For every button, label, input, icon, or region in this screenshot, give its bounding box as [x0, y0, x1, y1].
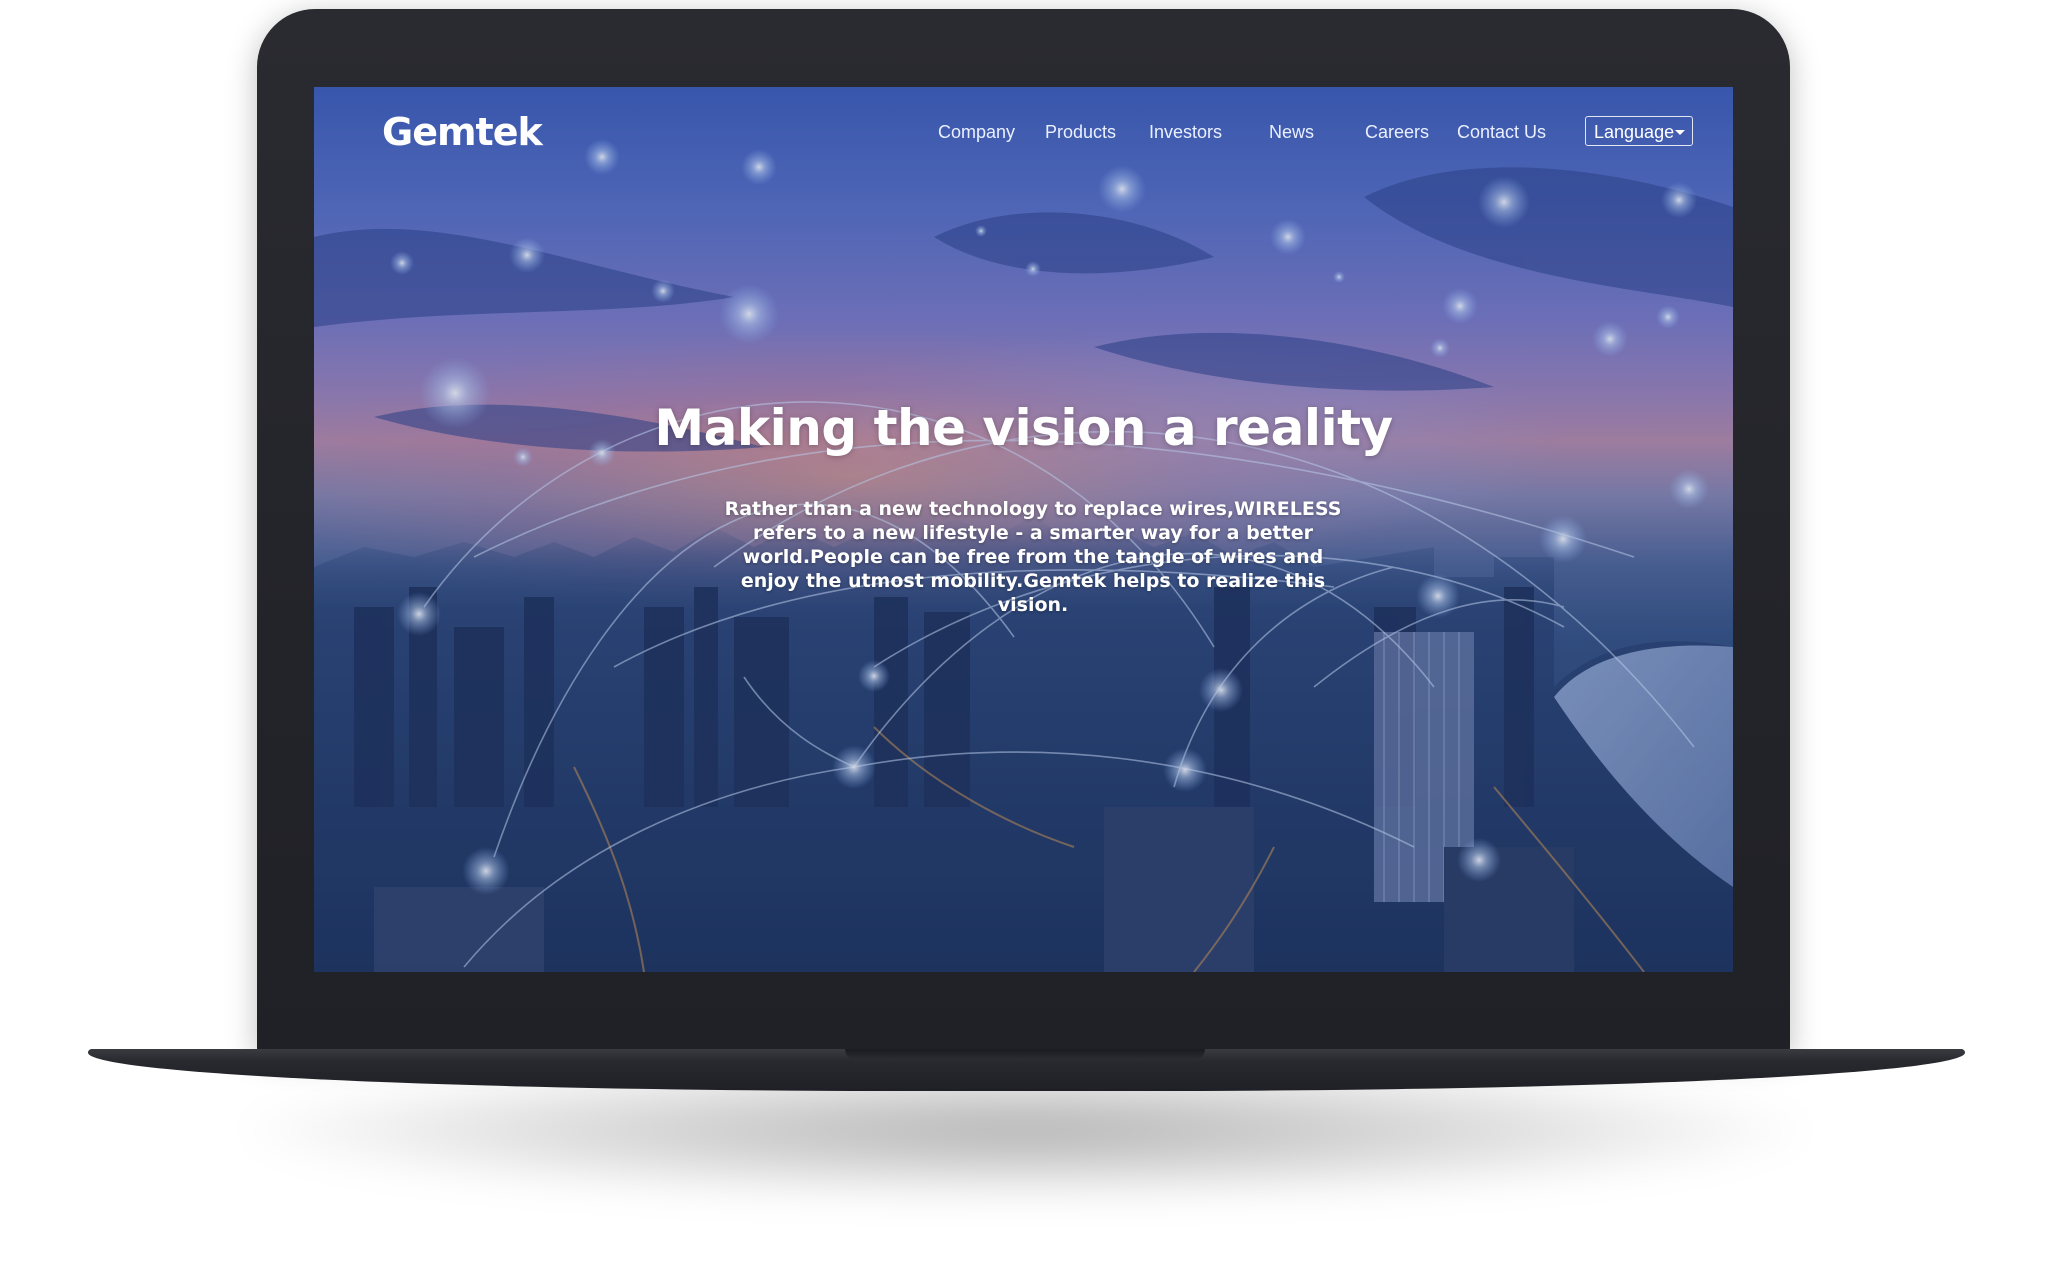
nav-item-contact-us[interactable]: Contact Us [1457, 117, 1546, 147]
laptop-notch [845, 1049, 1205, 1060]
hero-title: Making the vision a reality [654, 399, 1393, 457]
gemtek-logo[interactable]: Gemtek [382, 107, 543, 157]
hero-description: Rather than a new technology to replace … [724, 498, 1342, 616]
website-screen: Gemtek Company Products Investors News C… [314, 87, 1733, 972]
language-label: Language [1594, 122, 1675, 142]
nav-item-investors[interactable]: Investors [1149, 117, 1222, 147]
nav-item-news[interactable]: News [1269, 117, 1314, 147]
nav-item-products[interactable]: Products [1045, 117, 1116, 147]
nav-item-company[interactable]: Company [938, 117, 1015, 147]
caret-down-icon [1675, 130, 1685, 135]
language-dropdown[interactable]: Language [1585, 116, 1693, 146]
nav-item-careers[interactable]: Careers [1365, 117, 1429, 147]
